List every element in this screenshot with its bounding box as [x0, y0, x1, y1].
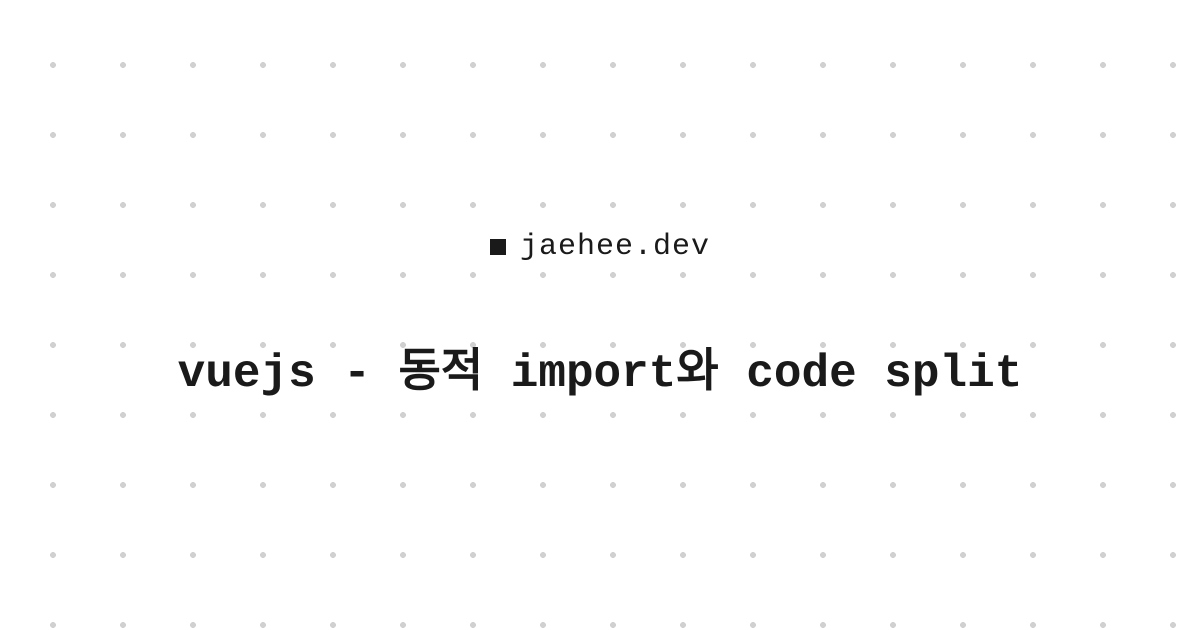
square-bullet-icon: [490, 239, 506, 255]
post-title: vuejs - 동적 import와 code split: [178, 334, 1023, 400]
site-header-row: jaehee.dev: [490, 230, 710, 264]
site-name: jaehee.dev: [520, 230, 710, 264]
og-card-content: jaehee.dev vuejs - 동적 import와 code split: [178, 230, 1023, 400]
